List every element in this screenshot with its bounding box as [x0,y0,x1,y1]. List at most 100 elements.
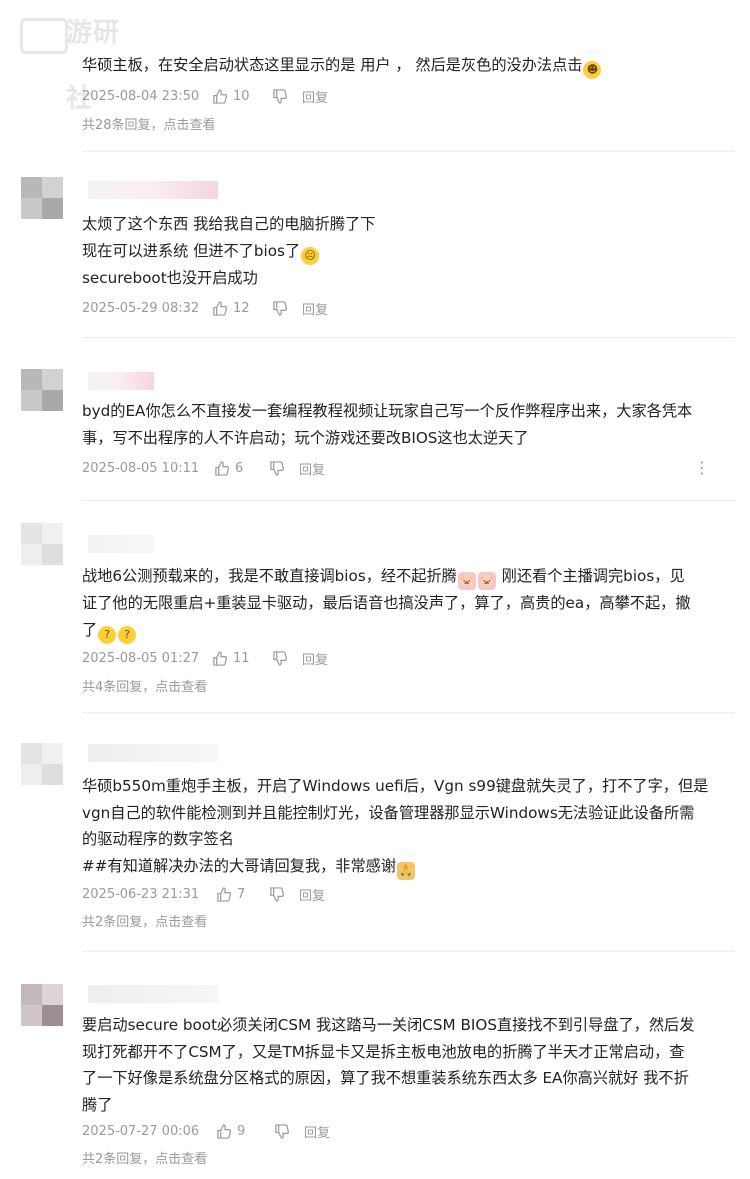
like-count: 9 [237,1123,246,1139]
comment-line: 刚还看个主播调完bios，见 [496,567,685,585]
thinking-emoji-icon: ? [118,625,137,644]
comment-date: 2025-05-29 08:32 [82,300,200,316]
comment-line: byd的EA你怎么不直接发一套编程教程视频让玩家自己写一个反作弊程序出来，大家各… [82,402,693,420]
comment-meta: 2025-06-23 21:31 7 回复 [82,884,325,904]
laugh-emoji-icon: ☻ [583,61,602,79]
avatar[interactable] [21,743,63,785]
reply-button[interactable]: 回复 [302,649,328,668]
comment-date: 2025-08-04 23:50 [82,88,200,104]
pig-emoji-icon: 🐷 [477,572,496,590]
like-button[interactable]: 6 [214,461,269,476]
comment-meta: 2025-07-27 00:06 9 回复 [82,1121,330,1141]
comment-line: 战地6公测预载来的，我是不敢直接调bios，经不起折腾 [82,567,457,585]
divider [82,337,735,338]
reply-button[interactable]: 回复 [299,459,325,478]
divider [82,712,735,713]
comment-line: 太烦了这个东西 我给我自己的电脑折腾了下 [82,215,376,233]
thumbs-down-icon [273,88,287,104]
thumbs-down-icon [270,460,284,476]
comment-text: 战地6公测预载来的，我是不敢直接调bios，经不起折腾 🐷 🐷 刚还看个主播调完bi… [82,563,727,644]
dislike-button[interactable] [272,300,302,316]
divider [82,951,735,952]
reply-button[interactable]: 回复 [299,885,325,904]
comment-line: 了 [82,620,98,639]
comment-date: 2025-08-05 10:11 [82,460,200,476]
dislike-button[interactable] [272,650,302,666]
comment-line: vgn自己的软件能检测到并且能控制灯光，设备管理器那显示Windows无法验证此… [82,803,695,822]
thumbs-up-icon [213,650,227,666]
comment-text: 要启动secure boot必须关闭CSM 我这踏马一关闭CSM BIOS直接找… [82,1012,727,1118]
pig-emoji-icon: 🐷 [457,572,476,590]
comment-date: 2025-06-23 21:31 [82,886,200,902]
view-replies-link[interactable]: 共4条回复，点击查看 [82,676,207,695]
comment-date: 2025-07-27 00:06 [82,1123,200,1139]
comment-line: secureboot也没开启成功 [82,268,258,287]
comment-line: 了一下好像是系统盘分区格式的原因，算了我不想重装系统东西太多 EA你高兴就好 我… [82,1069,689,1087]
logo-icon [20,18,68,54]
comment-line: 现在可以进系统 但进不了bios了 [82,241,301,260]
thinking-emoji-icon: ? [98,625,117,644]
avatar[interactable] [21,369,63,411]
pray-emoji-icon: 🙏 [397,861,416,880]
thumbs-down-icon [270,886,284,902]
view-replies-link[interactable]: 共2条回复，点击查看 [82,1148,207,1167]
comment-line: 腾了 [82,1095,113,1114]
comment-meta: 2025-08-05 01:27 11 回复 [82,648,328,668]
avatar[interactable] [21,523,63,565]
comment-line: ##有知道解决办法的大哥请回复我，非常感谢 [82,856,397,875]
divider [82,500,735,501]
view-replies-link[interactable]: 共28条回复，点击查看 [82,114,216,133]
username[interactable] [88,535,154,553]
comment-meta: 2025-08-04 23:50 10 回复 [82,86,328,106]
username[interactable] [88,985,218,1003]
comment-line: 华硕主板，在安全启动状态这里显示的是 用户 ， 然后是灰色的没办法点击 [82,56,583,74]
thumbs-up-icon [217,886,231,902]
like-button[interactable]: 11 [212,651,272,666]
thumbs-up-icon [217,1123,231,1139]
comment-meta: 2025-05-29 08:32 12 回复 [82,298,328,318]
thumbs-up-icon [215,460,229,476]
username[interactable] [88,372,154,390]
thumbs-down-icon [273,650,287,666]
comment-line: 证了他的无限重启+重装显卡驱动，最后语音也搞没声了，算了，高贵的ea，高攀不起，… [82,594,691,612]
comment-text: 华硕b550m重炮手主板，开启了Windows uefi后，Vgn s99键盘就… [82,773,727,880]
comment-text: 华硕主板，在安全启动状态这里显示的是 用户 ， 然后是灰色的没办法点击 ☻ [82,52,727,79]
thumbs-up-icon [213,88,227,104]
comment-line: 华硕b550m重炮手主板，开启了Windows uefi后，Vgn s99键盘就… [82,777,709,795]
thumbs-down-icon [275,1123,289,1139]
avatar[interactable] [21,177,63,219]
comment-line: 现打死都开不了CSM了，又是TM拆显卡又是拆主板电池放电的折腾了半天才正常启动，… [82,1042,685,1061]
avatar[interactable] [21,984,63,1026]
thumbs-down-icon [273,300,287,316]
dislike-button[interactable] [269,886,299,902]
comment-text: byd的EA你怎么不直接发一套编程教程视频让玩家自己写一个反作弊程序出来，大家各… [82,398,727,451]
like-count: 11 [233,650,250,666]
comment-date: 2025-08-05 01:27 [82,650,200,666]
tired-emoji-icon: ☹ [301,246,320,265]
like-count: 6 [235,460,244,476]
divider [82,151,735,152]
reply-button[interactable]: 回复 [302,87,328,106]
comment-line: 事，写不出程序的人不许启动；玩个游戏还要改BIOS这也太逆天了 [82,428,529,447]
dislike-button[interactable] [272,88,302,104]
like-count: 7 [237,886,246,902]
like-button[interactable]: 9 [216,1124,274,1139]
like-button[interactable]: 12 [212,301,272,316]
dislike-button[interactable] [274,1123,304,1139]
more-options-icon[interactable]: ⋮ [694,458,710,477]
username[interactable] [88,181,218,199]
reply-button[interactable]: 回复 [304,1122,330,1141]
username[interactable] [88,744,218,762]
view-replies-link[interactable]: 共2条回复，点击查看 [82,911,207,930]
thumbs-up-icon [213,300,227,316]
comment-line: 的驱动程序的数字签名 [82,830,234,848]
like-count: 12 [233,300,250,316]
comment-text: 太烦了这个东西 我给我自己的电脑折腾了下 现在可以进系统 但进不了bios了 ☹ … [82,211,727,291]
like-button[interactable]: 10 [212,89,272,104]
like-button[interactable]: 7 [216,887,269,902]
like-count: 10 [233,88,250,104]
comment-meta: 2025-08-05 10:11 6 回复 [82,458,325,478]
reply-button[interactable]: 回复 [302,299,328,318]
dislike-button[interactable] [269,460,299,476]
comment-line: 要启动secure boot必须关闭CSM 我这踏马一关闭CSM BIOS直接找… [82,1016,695,1034]
